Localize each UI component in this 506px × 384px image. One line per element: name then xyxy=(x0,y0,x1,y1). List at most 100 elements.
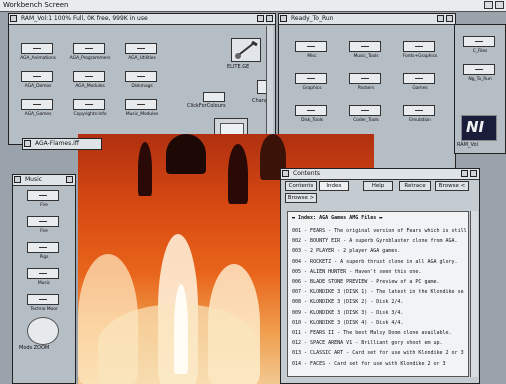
contents-text-area[interactable]: ▬ Index: AGA Games AMG Files ▬ 001 - FEA… xyxy=(287,211,469,377)
index-entry[interactable]: 005 - ALIEN HUNTER - Haven't seen this o… xyxy=(292,269,421,275)
drawer-music_tools[interactable]: Music_Tools xyxy=(343,40,389,66)
click-for-colours-icon[interactable] xyxy=(203,92,225,102)
index-entry[interactable]: 013 - CLASSIC ART - Card set for use wit… xyxy=(292,350,464,356)
zoom-icon[interactable] xyxy=(461,170,468,177)
index-entry[interactable]: 008 - KLONDIKE 3 (DISK 2) - Disk 2/4. xyxy=(292,299,403,305)
drawer-graphics[interactable]: Graphics xyxy=(289,72,335,98)
ready-to-run-title: Ready_To_Run xyxy=(291,15,334,22)
index-entry[interactable]: 002 - BOUNTY EIR - A superb Gyroblaster … xyxy=(292,238,458,244)
index-button[interactable]: Index xyxy=(319,181,349,191)
contents-scrollbar[interactable] xyxy=(470,211,478,377)
close-icon[interactable] xyxy=(10,15,17,22)
icon-label: Fire xyxy=(40,203,48,208)
index-entry[interactable]: 009 - KLONDIKE 3 (DISK 3) - Disk 3/4. xyxy=(292,310,403,316)
drawer-icon xyxy=(21,99,53,110)
drawer-aga_animations[interactable]: AGA_Animations xyxy=(15,42,61,68)
flames-titlebar[interactable]: AGA-Flames.iff xyxy=(23,139,101,149)
index-entry[interactable]: 014 - FACES - Card set for use with Klon… xyxy=(292,361,446,367)
close-icon[interactable] xyxy=(280,15,287,22)
index-entry[interactable]: 004 - ROCKETZ - A superb thrust clone in… xyxy=(292,259,458,265)
drawer-aga_modules[interactable]: AGA_Modules xyxy=(67,70,113,96)
drawer-packers[interactable]: Packers xyxy=(343,72,389,98)
drawer-ng_to_run[interactable]: Ng_To_Run xyxy=(457,63,503,89)
drawer-icon xyxy=(463,64,495,75)
close-icon[interactable] xyxy=(14,176,21,183)
depth-icon[interactable] xyxy=(66,176,73,183)
right-drawer-window[interactable]: C_Files Ng_To_Run NI RAM_Vol xyxy=(454,24,506,154)
drawer-aga_games[interactable]: AGA_Games xyxy=(15,98,61,124)
drawer-icon xyxy=(73,43,105,54)
drawer-copyrights-info[interactable]: Copyrights-Info xyxy=(67,98,113,124)
icon-label: Packers xyxy=(357,86,375,91)
zoom-icon[interactable] xyxy=(257,15,264,22)
close-icon[interactable] xyxy=(282,170,289,177)
screen-depth-back-button[interactable] xyxy=(484,1,493,9)
drawer-aga_programmers[interactable]: AGA_Programmers xyxy=(67,42,113,68)
music-titlebar[interactable]: Music xyxy=(13,175,75,186)
index-entry[interactable]: 001 - FEARS - The original version of Fe… xyxy=(292,228,467,234)
music-drawer-4[interactable]: Techno Moor xyxy=(21,293,67,319)
drawer-icon xyxy=(73,71,105,82)
contents-button[interactable]: Contents xyxy=(285,181,317,191)
icon-label: Games xyxy=(412,86,428,91)
close-icon[interactable] xyxy=(24,140,31,147)
drawer-coder_tools[interactable]: Coder_Tools xyxy=(343,104,389,130)
browse-back-button[interactable]: Browse < xyxy=(435,181,469,191)
music-drawer-2[interactable]: Pigs xyxy=(21,241,67,267)
depth-icon[interactable] xyxy=(266,15,273,22)
drawer-c_files[interactable]: C_Files xyxy=(457,35,503,61)
icon-label: AGA_Utilities xyxy=(128,56,156,61)
browse-forward-button[interactable]: Browse > xyxy=(285,193,317,203)
ni-logo[interactable]: NI xyxy=(461,115,497,141)
screen-title-bar[interactable]: Workbench Screen xyxy=(0,0,506,12)
contents-window-title: Contents xyxy=(293,170,320,177)
drawer-misc[interactable]: Misc xyxy=(289,40,335,66)
ready-to-run-titlebar[interactable]: Ready_To_Run xyxy=(279,14,455,25)
drawer-disk_tools[interactable]: Disk_Tools xyxy=(289,104,335,130)
music-window[interactable]: Music Fire Fire Pigs Music Techno Moor Mods … xyxy=(12,174,76,384)
drawer-icon xyxy=(27,268,59,279)
drawer-icon xyxy=(21,43,53,54)
drawer-music_modules[interactable]: Music_Modules xyxy=(119,98,165,124)
index-entry[interactable]: 012 - SPACE ARENA V1 - Brilliant gory sh… xyxy=(292,340,443,346)
drawer-aga_utilities[interactable]: AGA_Utilities xyxy=(119,42,165,68)
music-drawer-3[interactable]: Music xyxy=(21,267,67,293)
index-entry[interactable]: 007 - KLONDIKE 3 (DISK 1) - The latest i… xyxy=(292,289,464,295)
vertical-scrollbar[interactable] xyxy=(266,26,273,142)
index-entry[interactable]: 011 - FEARS II - The best Malsy Doom clo… xyxy=(292,330,452,336)
drawer-icon xyxy=(403,105,435,116)
index-entry[interactable]: 006 - BLADE STONE PREVIEW - Preview of a… xyxy=(292,279,440,285)
index-entry[interactable]: 003 - 2 PLAYER - 2 player AGA games. xyxy=(292,248,400,254)
depth-icon[interactable] xyxy=(446,15,453,22)
drawer-games[interactable]: Games xyxy=(397,72,443,98)
ram-volume-window[interactable]: RAM_Vol:1 100% Full, 0K free, 999K in us… xyxy=(8,13,276,145)
icon-label: Ng_To_Run xyxy=(468,77,492,82)
flames-window[interactable]: AGA-Flames.iff xyxy=(22,138,102,150)
tool-label: ClickForColours xyxy=(187,103,226,109)
music-drawer-0[interactable]: Fire xyxy=(21,189,67,215)
icon-label: Emulation xyxy=(409,118,431,123)
screen-depth-front-button[interactable] xyxy=(495,1,504,9)
ram-volume-titlebar[interactable]: RAM_Vol:1 100% Full, 0K free, 999K in us… xyxy=(9,14,275,25)
flames-window-title: AGA-Flames.iff xyxy=(35,140,79,147)
paint-tool-icon[interactable] xyxy=(231,38,261,62)
mods-zoom-icon[interactable] xyxy=(27,317,59,345)
index-entry[interactable]: 010 - KLONDIKE 3 (DISK 4) - Disk 4/4. xyxy=(292,320,403,326)
drawer-icon xyxy=(295,41,327,52)
contents-window[interactable]: Contents Contents Index Help Retrace Bro… xyxy=(280,168,480,384)
drawer-icon xyxy=(125,43,157,54)
drawer-emulation[interactable]: Emulation xyxy=(397,104,443,130)
icon-label: Music xyxy=(37,281,51,286)
music-drawer-1[interactable]: Fire xyxy=(21,215,67,241)
drawer-aga_demos[interactable]: AGA_Demos xyxy=(15,70,61,96)
icon-label: Coder_Tools xyxy=(353,118,379,123)
icon-label: Pigs xyxy=(39,255,49,260)
help-button[interactable]: Help xyxy=(363,181,393,191)
contents-titlebar[interactable]: Contents xyxy=(281,169,479,180)
retrace-button[interactable]: Retrace xyxy=(399,181,431,191)
drawer-fonts+graphics[interactable]: Fonts+Graphics xyxy=(397,40,443,66)
drawer-icon xyxy=(27,190,59,201)
drawer-diskmags[interactable]: Diskmags xyxy=(119,70,165,96)
zoom-icon[interactable] xyxy=(437,15,444,22)
depth-icon[interactable] xyxy=(470,170,477,177)
